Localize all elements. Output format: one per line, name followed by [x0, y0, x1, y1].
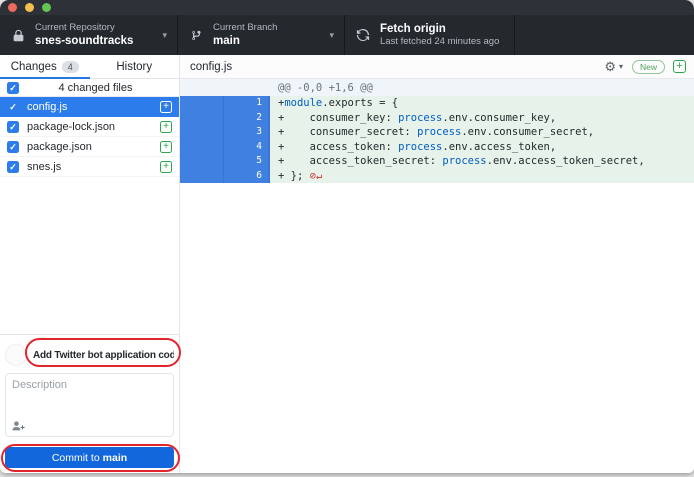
- chevron-down-icon: ▾: [329, 30, 334, 41]
- diff-line-gutter[interactable]: 6: [180, 169, 270, 184]
- add-coauthor-button[interactable]: [11, 420, 25, 432]
- line-number: 6: [224, 169, 268, 184]
- diff-line[interactable]: 6+ }; ⊘↵: [180, 169, 694, 184]
- sidebar-spacer: [0, 177, 179, 334]
- repository-name: snes-soundtracks: [35, 34, 133, 48]
- diff-pane: config.js ⚙ ▾ New + @@ -0,0 +1,6 @@ 1+mo…: [180, 55, 694, 473]
- diff-line-content: + }; ⊘↵: [270, 169, 694, 184]
- fetch-label: Fetch origin: [380, 22, 499, 36]
- file-name: snes.js: [27, 161, 152, 173]
- changed-files-count: 4 changed files: [19, 82, 172, 94]
- line-number: 5: [224, 154, 268, 169]
- fetch-sublabel: Last fetched 24 minutes ago: [380, 36, 499, 48]
- file-row[interactable]: ✓ config.js +: [0, 97, 179, 117]
- branch-name: main: [213, 34, 277, 48]
- commit-description-input[interactable]: [6, 374, 173, 420]
- diff-line-gutter[interactable]: 1: [180, 96, 270, 111]
- avatar: [5, 344, 27, 366]
- sync-icon: [355, 28, 371, 42]
- hunk-header-text: @@ -0,0 +1,6 @@: [278, 82, 373, 94]
- diff-line[interactable]: 1+module.exports = {: [180, 96, 694, 111]
- file-checkbox[interactable]: ✓: [7, 101, 19, 113]
- file-name: package.json: [27, 141, 152, 153]
- commit-button-prefix: Commit to: [52, 452, 100, 464]
- main-content: Changes 4 History ✓ 4 changed files ✓ con…: [0, 55, 694, 473]
- file-added-icon: +: [160, 121, 172, 133]
- toolbar: Current Repository snes-soundtracks ▾ Cu…: [0, 15, 694, 55]
- tab-changes[interactable]: Changes 4: [0, 55, 90, 78]
- tab-changes-label: Changes: [11, 61, 57, 73]
- github-desktop-window: Current Repository snes-soundtracks ▾ Cu…: [0, 0, 694, 473]
- commit-summary-input[interactable]: [33, 350, 174, 361]
- sidebar: Changes 4 History ✓ 4 changed files ✓ con…: [0, 55, 180, 473]
- diff-line-content: + consumer_key: process.env.consumer_key…: [270, 111, 694, 126]
- line-number: 3: [224, 125, 268, 140]
- file-row[interactable]: ✓ snes.js +: [0, 157, 179, 177]
- toolbar-empty-area: [515, 15, 694, 55]
- file-checkbox[interactable]: ✓: [7, 121, 19, 133]
- zoom-button[interactable]: [42, 3, 51, 12]
- file-checkbox[interactable]: ✓: [7, 141, 19, 153]
- sidebar-tabs: Changes 4 History: [0, 55, 179, 79]
- diff-line-gutter[interactable]: 3: [180, 125, 270, 140]
- changes-count-badge: 4: [62, 61, 79, 73]
- diff-line[interactable]: 5+ access_token_secret: process.env.acce…: [180, 154, 694, 169]
- diff-code-lines: 1+module.exports = {2+ consumer_key: pro…: [180, 96, 694, 183]
- diff-empty-area: [180, 183, 694, 473]
- current-branch-dropdown[interactable]: Current Branch main ▾: [178, 15, 345, 55]
- branch-label: Current Branch: [213, 22, 277, 34]
- titlebar[interactable]: [0, 0, 694, 15]
- commit-button-branch: main: [103, 452, 128, 464]
- lock-icon: [10, 29, 26, 42]
- diff-line-gutter[interactable]: 2: [180, 111, 270, 126]
- line-number: 4: [224, 140, 268, 155]
- file-name: config.js: [27, 101, 152, 113]
- diff-hunk-header[interactable]: @@ -0,0 +1,6 @@: [180, 79, 694, 96]
- diff-options-button[interactable]: ⚙ ▾: [604, 60, 623, 73]
- diff-header: config.js ⚙ ▾ New +: [180, 55, 694, 79]
- commit-description-box: [5, 373, 174, 437]
- fetch-origin-button[interactable]: Fetch origin Last fetched 24 minutes ago: [345, 15, 515, 55]
- diff-line[interactable]: 4+ access_token: process.env.access_toke…: [180, 140, 694, 155]
- chevron-down-icon: ▾: [619, 62, 623, 71]
- diff-line-gutter[interactable]: 5: [180, 154, 270, 169]
- added-file-icon: +: [673, 60, 686, 73]
- diff-line-gutter[interactable]: 4: [180, 140, 270, 155]
- file-checkbox[interactable]: ✓: [7, 161, 19, 173]
- select-all-checkbox[interactable]: ✓: [7, 82, 19, 94]
- diff-line[interactable]: 3+ consumer_secret: process.env.consumer…: [180, 125, 694, 140]
- commit-button[interactable]: Commit to main: [5, 447, 174, 468]
- file-list: ✓ config.js + ✓ package-lock.json + ✓ package.j…: [0, 97, 179, 177]
- diff-file-title: config.js: [190, 61, 604, 73]
- chevron-down-icon: ▾: [162, 30, 167, 41]
- line-number: 1: [224, 96, 268, 111]
- tab-history[interactable]: History: [90, 55, 180, 78]
- git-branch-icon: [188, 29, 204, 42]
- diff-line[interactable]: 2+ consumer_key: process.env.consumer_ke…: [180, 111, 694, 126]
- gear-icon: ⚙: [604, 60, 616, 73]
- file-added-icon: +: [160, 161, 172, 173]
- line-number: 2: [224, 111, 268, 126]
- commit-form: Commit to main: [0, 334, 179, 473]
- new-file-badge: New: [632, 60, 665, 74]
- commit-summary-row: [5, 340, 174, 370]
- diff-line-content: +module.exports = {: [270, 96, 694, 111]
- file-row[interactable]: ✓ package-lock.json +: [0, 117, 179, 137]
- close-button[interactable]: [8, 3, 17, 12]
- diff-line-content: + access_token_secret: process.env.acces…: [270, 154, 694, 169]
- file-added-icon: +: [160, 141, 172, 153]
- current-repository-dropdown[interactable]: Current Repository snes-soundtracks ▾: [0, 15, 178, 55]
- tab-history-label: History: [116, 61, 152, 73]
- file-row[interactable]: ✓ package.json +: [0, 137, 179, 157]
- file-added-icon: +: [160, 101, 172, 113]
- diff-line-content: + access_token: process.env.access_token…: [270, 140, 694, 155]
- changed-files-header: ✓ 4 changed files: [0, 79, 179, 97]
- minimize-button[interactable]: [25, 3, 34, 12]
- repository-label: Current Repository: [35, 22, 133, 34]
- file-name: package-lock.json: [27, 121, 152, 133]
- diff-line-content: + consumer_secret: process.env.consumer_…: [270, 125, 694, 140]
